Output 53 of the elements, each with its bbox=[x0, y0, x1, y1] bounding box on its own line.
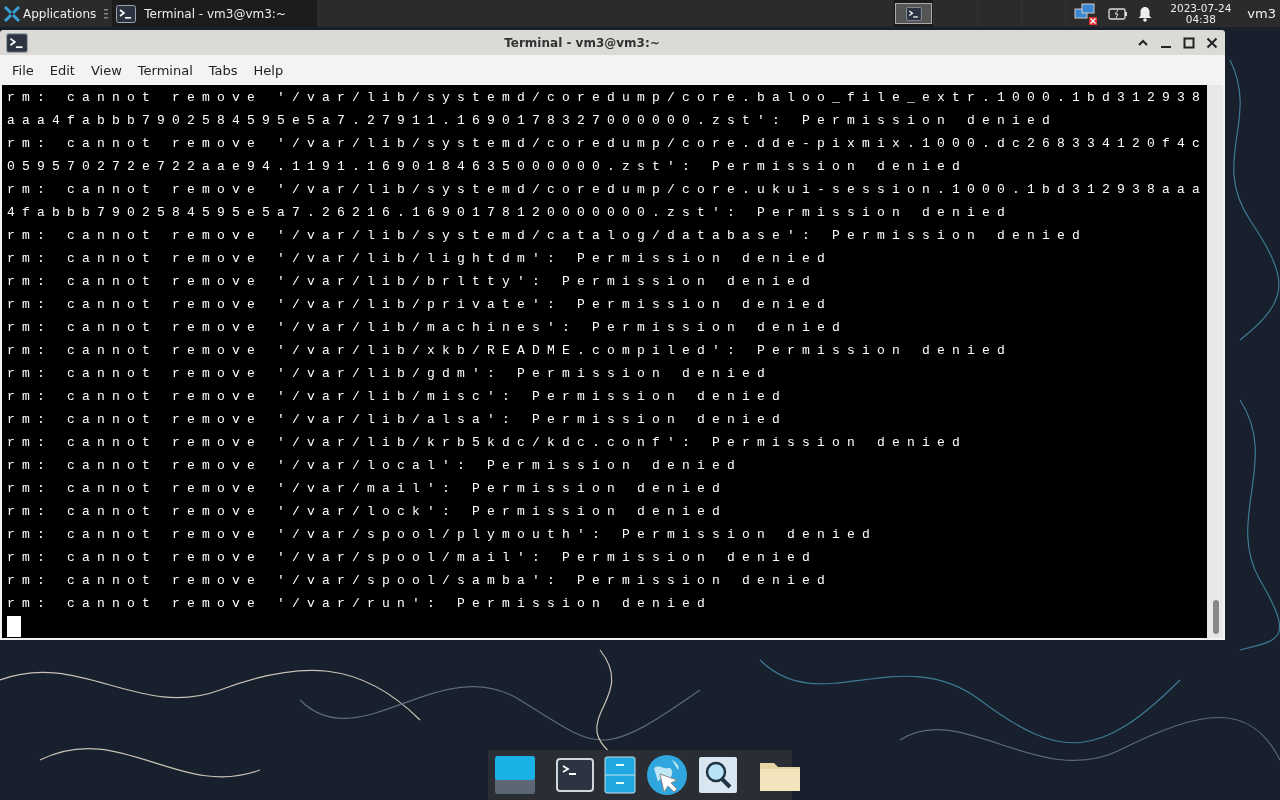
terminal-line: rm: cannot remove '/var/lib/misc': Permission denied bbox=[7, 388, 789, 406]
workspace-button[interactable] bbox=[894, 0, 935, 27]
applications-menu[interactable]: Applications bbox=[0, 0, 101, 27]
apps-icon bbox=[4, 5, 20, 22]
battery-icon[interactable] bbox=[1108, 7, 1129, 20]
terminal-icon bbox=[116, 4, 137, 23]
terminal-line: rm: cannot remove '/var/lib/private': Permission denied bbox=[7, 296, 834, 314]
menu-item[interactable]: File bbox=[4, 62, 42, 78]
terminal-line: rm: cannot remove '/var/lib/krb5kdc/kdc.conf': Permission denied bbox=[7, 434, 969, 452]
terminal-line: rm: cannot remove '/var/lib/alsa': Permission denied bbox=[7, 411, 789, 429]
menu-item[interactable]: Edit bbox=[41, 62, 83, 78]
bell-icon[interactable] bbox=[1138, 5, 1153, 22]
terminal-line: rm: cannot remove '/var/lib/brltty': Permission denied bbox=[7, 273, 819, 291]
search-launcher[interactable] bbox=[698, 756, 738, 794]
terminal-launcher[interactable] bbox=[556, 758, 594, 792]
terminal-line: rm: cannot remove '/var/mail': Permission denied bbox=[7, 480, 729, 498]
maximize-button[interactable] bbox=[1182, 35, 1196, 50]
text-cursor bbox=[7, 616, 21, 637]
terminal-line: rm: cannot remove '/var/lib/systemd/coredump/core.ukui-session.1000.1bd312938aaa bbox=[7, 181, 1208, 199]
terminal-line: rm: cannot remove '/var/lib/xkb/README.compiled': Permission denied bbox=[7, 342, 1014, 360]
file-cabinet-launcher[interactable] bbox=[604, 756, 636, 794]
panel-handle-icon bbox=[104, 7, 109, 20]
terminal-line: rm: cannot remove '/var/lib/machines': Permission denied bbox=[7, 319, 849, 337]
terminal-line: rm: cannot remove '/var/run': Permission denied bbox=[7, 595, 714, 613]
terminal-line: rm: cannot remove '/var/lib/systemd/coredump/core.baloo_file_extr.1000.1bd312938 bbox=[7, 89, 1208, 107]
terminal-line: rm: cannot remove '/var/local': Permission denied bbox=[7, 457, 744, 475]
menu-item[interactable]: Tabs bbox=[200, 62, 246, 78]
terminal-line: rm: cannot remove '/var/lock': Permission denied bbox=[7, 503, 729, 521]
terminal-line: rm: cannot remove '/var/spool/mail': Permission denied bbox=[7, 549, 819, 567]
scrollbar[interactable] bbox=[1207, 85, 1223, 638]
menu-item[interactable]: Terminal bbox=[129, 62, 201, 78]
terminal-line: rm: cannot remove '/var/lib/lightdm': Permission denied bbox=[7, 250, 834, 268]
taskbar-button[interactable]: Terminal - vm3@vm3:~ bbox=[112, 0, 318, 27]
terminal-line: 059570272e722aae94.1191.1690184635000000.zst': Permission denied bbox=[7, 158, 969, 176]
terminal-line: rm: cannot remove '/var/spool/samba': Permission denied bbox=[7, 572, 834, 590]
network-disconnected-icon[interactable] bbox=[1074, 2, 1099, 25]
window-title: Terminal - vm3@vm3:~ bbox=[503, 35, 661, 50]
web-browser-launcher[interactable] bbox=[646, 754, 688, 796]
terminal-line: aaa4fabbb7902584595e5a7.27911.1690178327000000.zst': Permission denied bbox=[7, 112, 1059, 130]
clock[interactable]: 2023-07-24 04:38 bbox=[1170, 2, 1232, 25]
show-desktop-button[interactable] bbox=[494, 755, 536, 795]
user-name[interactable]: vm3 bbox=[1247, 6, 1276, 21]
terminal-line: rm: cannot remove '/var/lib/systemd/catalog/database': Permission denied bbox=[7, 227, 1089, 245]
terminal-icon bbox=[6, 32, 28, 53]
close-button[interactable] bbox=[1205, 35, 1219, 50]
menu-item[interactable]: View bbox=[82, 62, 130, 78]
terminal-icon bbox=[905, 6, 922, 21]
terminal-line: rm: cannot remove '/var/lib/systemd/coredump/core.dde-pixmix.1000.dc268334120f4c bbox=[7, 135, 1208, 153]
terminal-line: rm: cannot remove '/var/lib/gdm': Permission denied bbox=[7, 365, 774, 383]
scrollbar-thumb[interactable] bbox=[1213, 600, 1219, 634]
terminal-line: 4fabbb7902584595e5a7.26216.1690178120000000.zst': Permission denied bbox=[7, 204, 1014, 222]
terminal-line: rm: cannot remove '/var/spool/plymouth': Permission denied bbox=[7, 526, 879, 544]
menu-item[interactable]: Help bbox=[245, 62, 292, 78]
